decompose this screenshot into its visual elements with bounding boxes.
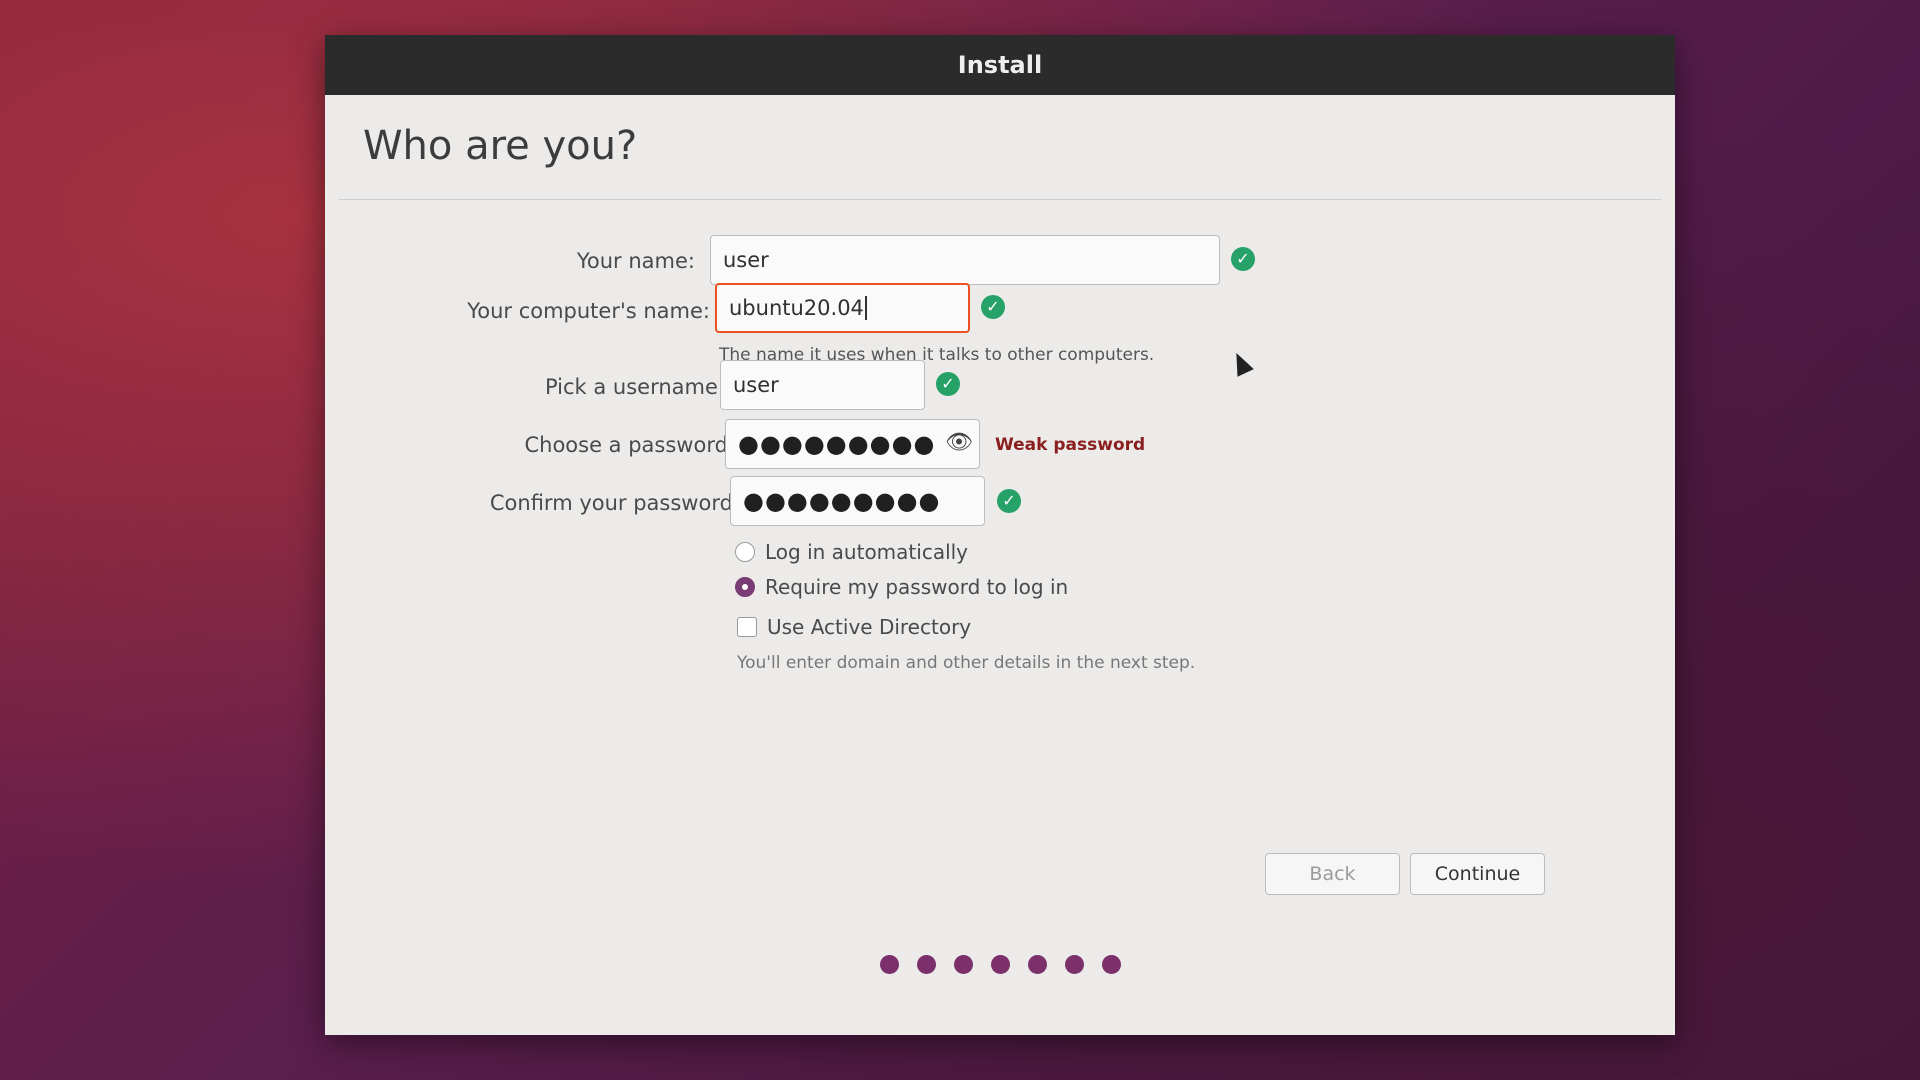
username-label: Pick a username:	[544, 375, 725, 399]
progress-dot	[879, 955, 899, 974]
active-directory-hint: You'll enter domain and other details in…	[737, 653, 1196, 673]
confirm-password-input[interactable]: ●●●●●●●●●	[730, 476, 985, 526]
back-button[interactable]: Back	[1265, 853, 1400, 895]
who-are-you-form: Your name: user ✓ Your computer's name: …	[325, 35, 1675, 1035]
login-password-label: Require my password to log in	[765, 575, 1069, 599]
confirm-password-label: Confirm your password:	[489, 491, 740, 515]
progress-dot	[990, 955, 1010, 974]
password-strength: Weak password	[995, 435, 1146, 455]
name-label: Your name:	[576, 249, 695, 273]
continue-button[interactable]: Continue	[1410, 853, 1545, 895]
username-valid-icon: ✓	[936, 372, 960, 396]
install-window: Install Who are you? Your name: user ✓ Y…	[325, 35, 1675, 1035]
progress-dot	[1101, 955, 1121, 974]
username-input[interactable]: user	[720, 360, 925, 410]
computer-name-valid-icon: ✓	[981, 295, 1005, 319]
login-auto-label: Log in automatically	[765, 540, 969, 564]
password-mask: ●●●●●●●●●	[738, 430, 936, 458]
computer-name-input[interactable]: ubuntu20.04	[715, 283, 970, 333]
progress-dot	[1064, 955, 1084, 974]
password-input[interactable]: ●●●●●●●●●	[725, 419, 980, 469]
computer-name-label: Your computer's name:	[467, 299, 710, 323]
password-label: Choose a password:	[524, 433, 735, 457]
name-input-value: user	[723, 248, 769, 272]
login-password-radio[interactable]	[735, 577, 755, 597]
computer-name-value: ubuntu20.04	[729, 296, 864, 320]
text-caret	[864, 296, 867, 320]
progress-dot	[1027, 955, 1047, 974]
confirm-password-mask: ●●●●●●●●●	[743, 487, 941, 515]
step-progress	[325, 955, 1675, 974]
eye-icon[interactable]: 👁	[945, 430, 973, 455]
login-password-option[interactable]: Require my password to log in	[735, 575, 1068, 599]
progress-dot	[953, 955, 973, 974]
progress-dot	[916, 955, 936, 974]
name-input[interactable]: user	[710, 235, 1220, 285]
active-directory-option[interactable]: Use Active Directory	[737, 615, 971, 639]
name-valid-icon: ✓	[1231, 247, 1255, 271]
username-value: user	[733, 373, 779, 397]
login-auto-option[interactable]: Log in automatically	[735, 540, 968, 564]
active-directory-label: Use Active Directory	[767, 615, 972, 639]
active-directory-checkbox[interactable]	[737, 617, 757, 637]
confirm-password-valid-icon: ✓	[997, 489, 1021, 513]
login-auto-radio[interactable]	[735, 542, 755, 562]
